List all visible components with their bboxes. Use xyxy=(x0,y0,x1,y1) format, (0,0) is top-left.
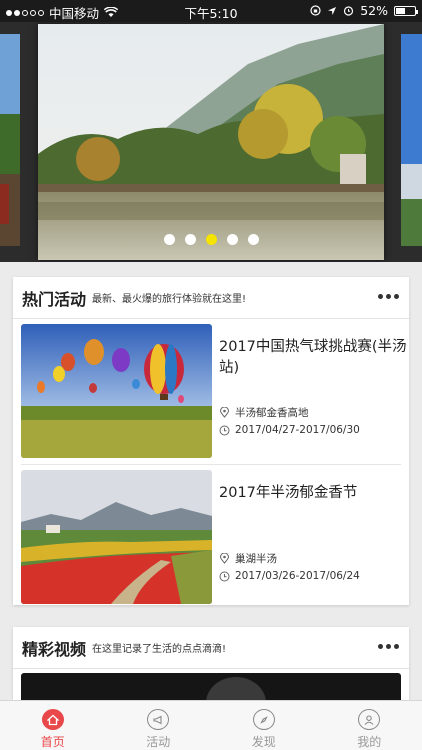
clock-icon xyxy=(219,571,230,581)
battery-icon xyxy=(394,5,418,16)
location-arrow-icon xyxy=(328,6,337,15)
clock-icon xyxy=(219,425,230,435)
status-bar: 中国移动 下午5:10 52% xyxy=(0,0,422,22)
carousel-dot[interactable] xyxy=(163,234,175,245)
tab-label: 首页 xyxy=(40,735,65,749)
event-date: 2017/04/27-2017/06/30 xyxy=(219,424,360,436)
tab-home[interactable]: 首页 xyxy=(0,701,106,750)
megaphone-icon xyxy=(147,709,170,730)
videos-header: 精彩视频 在这里记录了生活的点点滴滴! xyxy=(13,627,409,669)
tulip-field-image xyxy=(21,470,212,604)
location-pin-icon xyxy=(219,407,230,418)
more-options-icon[interactable] xyxy=(378,294,399,299)
videos-card: 精彩视频 在这里记录了生活的点点滴滴! xyxy=(13,627,409,700)
rotation-lock-icon xyxy=(310,5,321,16)
tab-label: 活动 xyxy=(146,735,171,749)
alarm-icon xyxy=(344,6,354,16)
location-pin-icon xyxy=(219,553,230,564)
more-options-icon[interactable] xyxy=(378,644,399,649)
carousel-next-slide[interactable] xyxy=(401,34,422,246)
videos-title: 精彩视频 xyxy=(22,639,87,659)
user-icon xyxy=(358,709,381,730)
carousel-prev-slide[interactable] xyxy=(0,34,20,246)
carousel-dot[interactable] xyxy=(226,234,238,245)
tab-label: 发现 xyxy=(251,735,276,749)
home-icon xyxy=(41,709,64,730)
video-thumbnail[interactable] xyxy=(21,673,401,700)
carousel-main-slide-lake-image[interactable] xyxy=(38,24,384,260)
tab-compass[interactable]: 发现 xyxy=(211,701,317,750)
event-item[interactable]: 2017年半汤郁金香节 巢湖半汤 2017/03/26-2017/06/24 xyxy=(21,465,401,611)
banner-carousel[interactable] xyxy=(0,22,422,262)
tab-user[interactable]: 我的 xyxy=(317,701,422,750)
bottom-tab-bar: 首页 活动 发现 我的 xyxy=(0,700,422,750)
tab-megaphone[interactable]: 活动 xyxy=(106,701,212,750)
event-title[interactable]: 2017年半汤郁金香节 xyxy=(219,483,407,504)
hot-events-title: 热门活动 xyxy=(22,289,87,309)
event-item[interactable]: 2017中国热气球挑战赛(半汤站) 半汤郁金香高地 2017/04/27-201… xyxy=(21,319,407,465)
compass-icon xyxy=(252,709,275,730)
event-date: 2017/03/26-2017/06/24 xyxy=(219,570,360,582)
tab-label: 我的 xyxy=(357,735,382,749)
carousel-dot[interactable] xyxy=(184,234,196,245)
videos-subtitle: 在这里记录了生活的点点滴滴! xyxy=(92,644,227,655)
hot-air-balloon-image xyxy=(21,324,212,458)
hot-events-subtitle: 最新、最火爆的旅行体验就在这里! xyxy=(92,294,247,305)
carousel-dot[interactable] xyxy=(247,234,259,245)
hot-events-card: 热门活动 最新、最火爆的旅行体验就在这里! 2017中国热气球挑战赛(半汤站) … xyxy=(13,277,409,605)
event-location: 巢湖半汤 xyxy=(219,551,277,566)
event-location: 半汤郁金香高地 xyxy=(219,405,309,420)
battery-percent: 52% xyxy=(360,3,388,18)
carousel-dot[interactable] xyxy=(205,234,217,245)
hot-events-header: 热门活动 最新、最火爆的旅行体验就在这里! xyxy=(13,277,409,319)
event-title[interactable]: 2017中国热气球挑战赛(半汤站) xyxy=(219,337,407,379)
carousel-indicators[interactable] xyxy=(0,234,422,245)
